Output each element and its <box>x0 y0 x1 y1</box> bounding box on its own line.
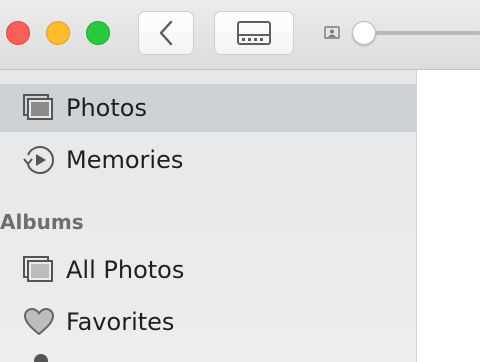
close-window-button[interactable] <box>6 21 30 45</box>
albums-section-header: Albums <box>0 210 84 234</box>
sidebar-item-favorites[interactable]: Favorites <box>0 298 416 346</box>
toolbar <box>0 0 480 70</box>
chevron-left-icon <box>159 20 173 46</box>
sidebar-item-photos[interactable]: Photos <box>0 84 416 132</box>
main-content <box>418 70 480 362</box>
zoom-slider-knob[interactable] <box>352 21 376 45</box>
sidebar-item-label: Memories <box>66 146 184 174</box>
photo-small-icon <box>324 26 340 39</box>
split-view-icon <box>237 21 271 45</box>
memories-icon <box>22 143 56 177</box>
zoom-slider-track[interactable] <box>360 31 480 35</box>
toggle-view-button[interactable] <box>214 11 294 55</box>
photos-stack-icon <box>22 253 56 287</box>
sidebar: Photos Memories Albums All Photos Favori… <box>0 70 417 362</box>
sidebar-item-memories[interactable]: Memories <box>0 136 416 184</box>
zoom-window-button[interactable] <box>86 21 110 45</box>
sidebar-item-label: Photos <box>66 94 147 122</box>
photos-window: Photos Memories Albums All Photos Favori… <box>0 0 480 362</box>
sidebar-item-all-photos[interactable]: All Photos <box>0 246 416 294</box>
photos-stack-icon <box>22 91 56 125</box>
back-button[interactable] <box>138 11 194 55</box>
sidebar-item-label: Favorites <box>66 308 175 336</box>
heart-icon <box>22 305 56 339</box>
sidebar-item-label: All Photos <box>66 256 185 284</box>
person-icon <box>34 354 48 362</box>
minimize-window-button[interactable] <box>46 21 70 45</box>
